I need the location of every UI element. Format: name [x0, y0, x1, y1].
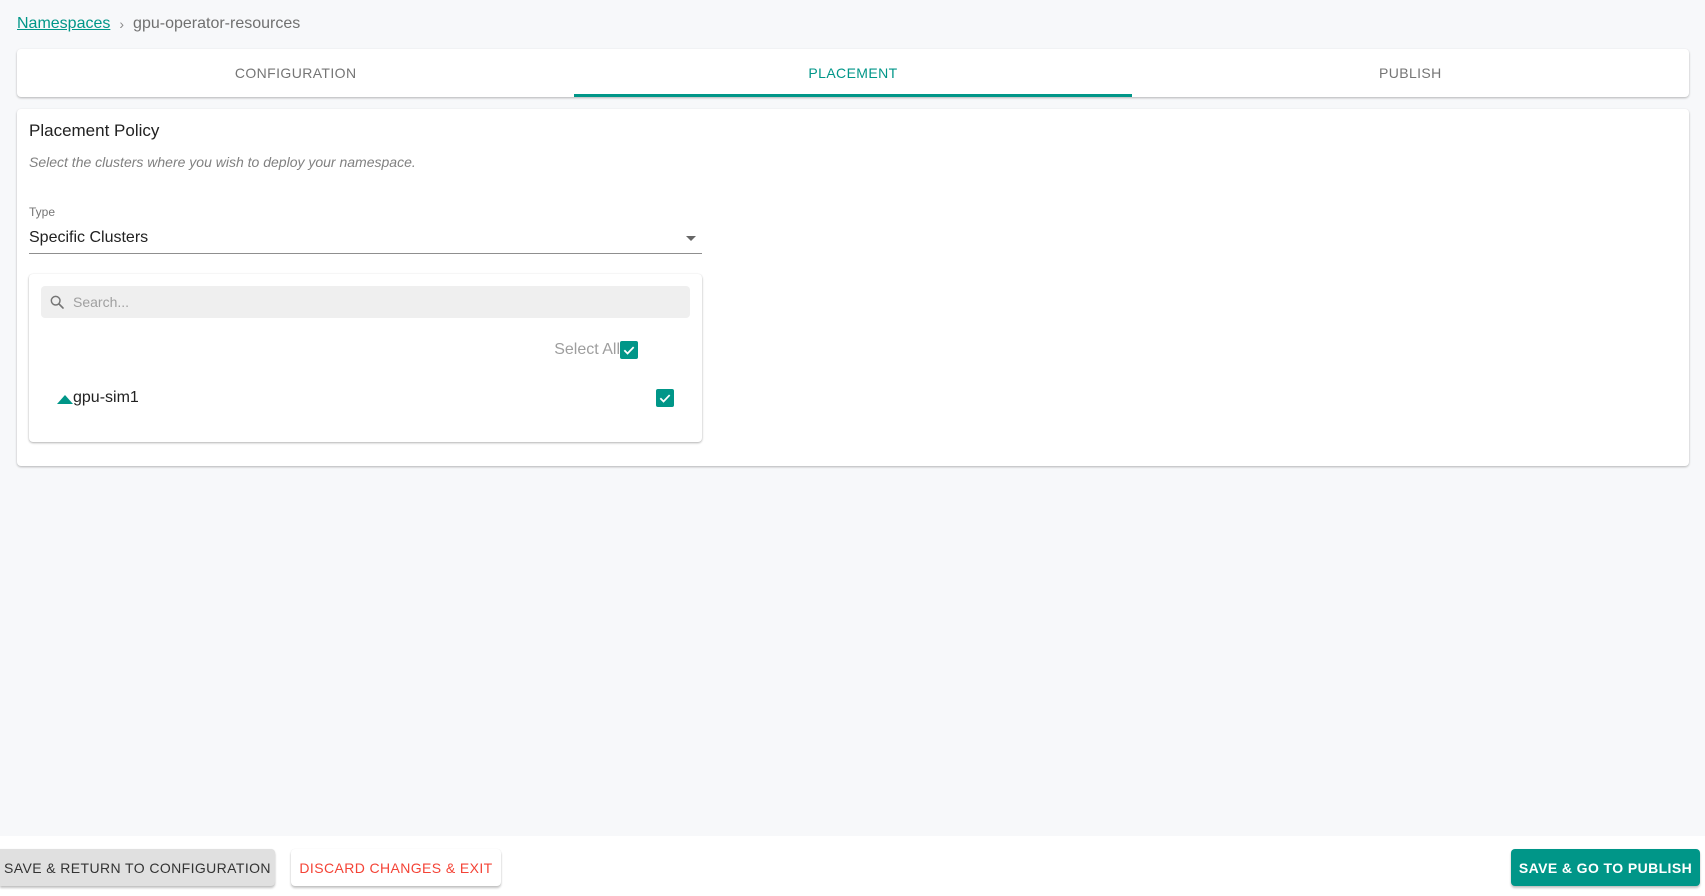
tab-bar: CONFIGURATION PLACEMENT PUBLISH: [17, 49, 1689, 97]
cluster-name: gpu-sim1: [73, 389, 139, 406]
breadcrumb: Namespaces › gpu-operator-resources: [17, 14, 300, 34]
section-subtitle: Select the clusters where you wish to de…: [29, 154, 416, 170]
cluster-row: gpu-sim1: [57, 389, 674, 407]
breadcrumb-separator: ›: [119, 16, 125, 32]
tab-publish[interactable]: PUBLISH: [1132, 49, 1689, 97]
dropdown-arrow-icon: [686, 236, 696, 241]
save-return-button[interactable]: SAVE & RETURN TO CONFIGURATION: [0, 849, 275, 886]
type-select[interactable]: Specific Clusters: [29, 226, 702, 254]
cluster-selector: Select All gpu-sim1: [29, 274, 702, 442]
cluster-checkbox[interactable]: [656, 389, 674, 407]
select-all-checkbox[interactable]: [620, 341, 638, 359]
tab-configuration[interactable]: CONFIGURATION: [17, 49, 574, 97]
cluster-search[interactable]: [41, 286, 690, 318]
cluster-search-input[interactable]: [73, 294, 690, 310]
discard-button[interactable]: DISCARD CHANGES & EXIT: [291, 849, 501, 886]
check-icon: [623, 346, 635, 355]
select-all-label: Select All: [554, 341, 620, 358]
type-label: Type: [29, 205, 56, 219]
check-icon: [659, 394, 671, 403]
save-publish-button[interactable]: SAVE & GO TO PUBLISH: [1511, 849, 1700, 886]
placement-policy-card: Placement Policy Select the clusters whe…: [17, 109, 1689, 466]
breadcrumb-link-namespaces[interactable]: Namespaces: [17, 14, 110, 34]
section-title: Placement Policy: [29, 121, 160, 140]
tab-placement[interactable]: PLACEMENT: [574, 49, 1132, 97]
type-select-value: Specific Clusters: [29, 229, 149, 246]
footer-action-bar: SAVE & RETURN TO CONFIGURATION DISCARD C…: [0, 836, 1705, 896]
select-all[interactable]: Select All: [554, 341, 638, 359]
search-icon: [50, 295, 64, 309]
breadcrumb-current: gpu-operator-resources: [133, 15, 301, 32]
cluster-triangle-icon: [57, 394, 73, 404]
